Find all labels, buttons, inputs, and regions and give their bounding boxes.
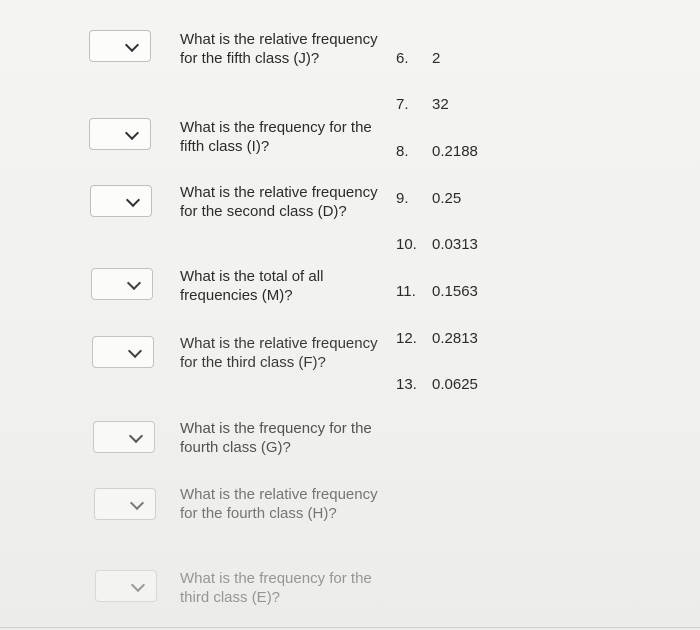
option-value: 0.25 [432,190,462,207]
option-item: 12. 0.2813 [396,330,478,347]
divider [0,627,700,628]
answer-select-i[interactable] [89,118,151,150]
chevron-down-icon [129,495,145,511]
option-item: 13. 0.0625 [396,376,478,393]
question-text: What is the frequency for the fourth cla… [180,420,372,456]
option-number: 12. [396,330,417,347]
question-text: What is the total of all frequencies (M)… [180,268,324,304]
chevron-down-icon [124,125,140,141]
question-text: What is the relative frequency for the f… [180,31,378,67]
option-number: 13. [396,376,417,393]
answer-select-m[interactable] [91,268,153,300]
option-value: 2 [432,50,441,67]
answer-select-e[interactable] [95,570,157,602]
question-text: What is the relative frequency for the s… [180,184,378,220]
option-number: 6. [396,50,409,67]
answer-select-f[interactable] [92,336,154,368]
chevron-down-icon [128,428,144,444]
chevron-down-icon [126,275,142,291]
answer-select-g[interactable] [93,421,155,453]
option-value: 0.0625 [432,376,478,393]
option-value: 32 [432,96,449,113]
answer-select-j[interactable] [89,30,151,62]
option-item: 10. 0.0313 [396,236,478,253]
option-item: 7. 32 [396,96,449,113]
answer-select-h[interactable] [94,488,156,520]
option-item: 6. 2 [396,50,440,67]
option-item: 8. 0.2188 [396,143,478,160]
option-value: 0.1563 [432,283,478,300]
question-text: What is the relative frequency for the f… [180,486,378,522]
question-text: What is the relative frequency for the t… [180,335,378,371]
option-value: 0.0313 [432,236,478,253]
option-number: 11. [396,283,416,300]
answer-select-d[interactable] [90,185,152,217]
option-number: 7. [396,96,409,113]
option-number: 8. [396,143,409,160]
option-number: 9. [396,190,409,207]
option-number: 10. [396,236,417,253]
option-item: 11. 0.1563 [396,283,478,300]
option-item: 9. 0.25 [396,190,461,207]
question-text: What is the frequency for the fifth clas… [180,119,372,155]
matching-question-panel: What is the relative frequency for the f… [0,0,700,630]
question-text: What is the frequency for the third clas… [180,570,372,606]
option-value: 0.2188 [432,143,478,160]
chevron-down-icon [125,192,141,208]
chevron-down-icon [124,37,140,53]
chevron-down-icon [127,343,143,359]
option-value: 0.2813 [432,330,478,347]
chevron-down-icon [130,577,146,593]
